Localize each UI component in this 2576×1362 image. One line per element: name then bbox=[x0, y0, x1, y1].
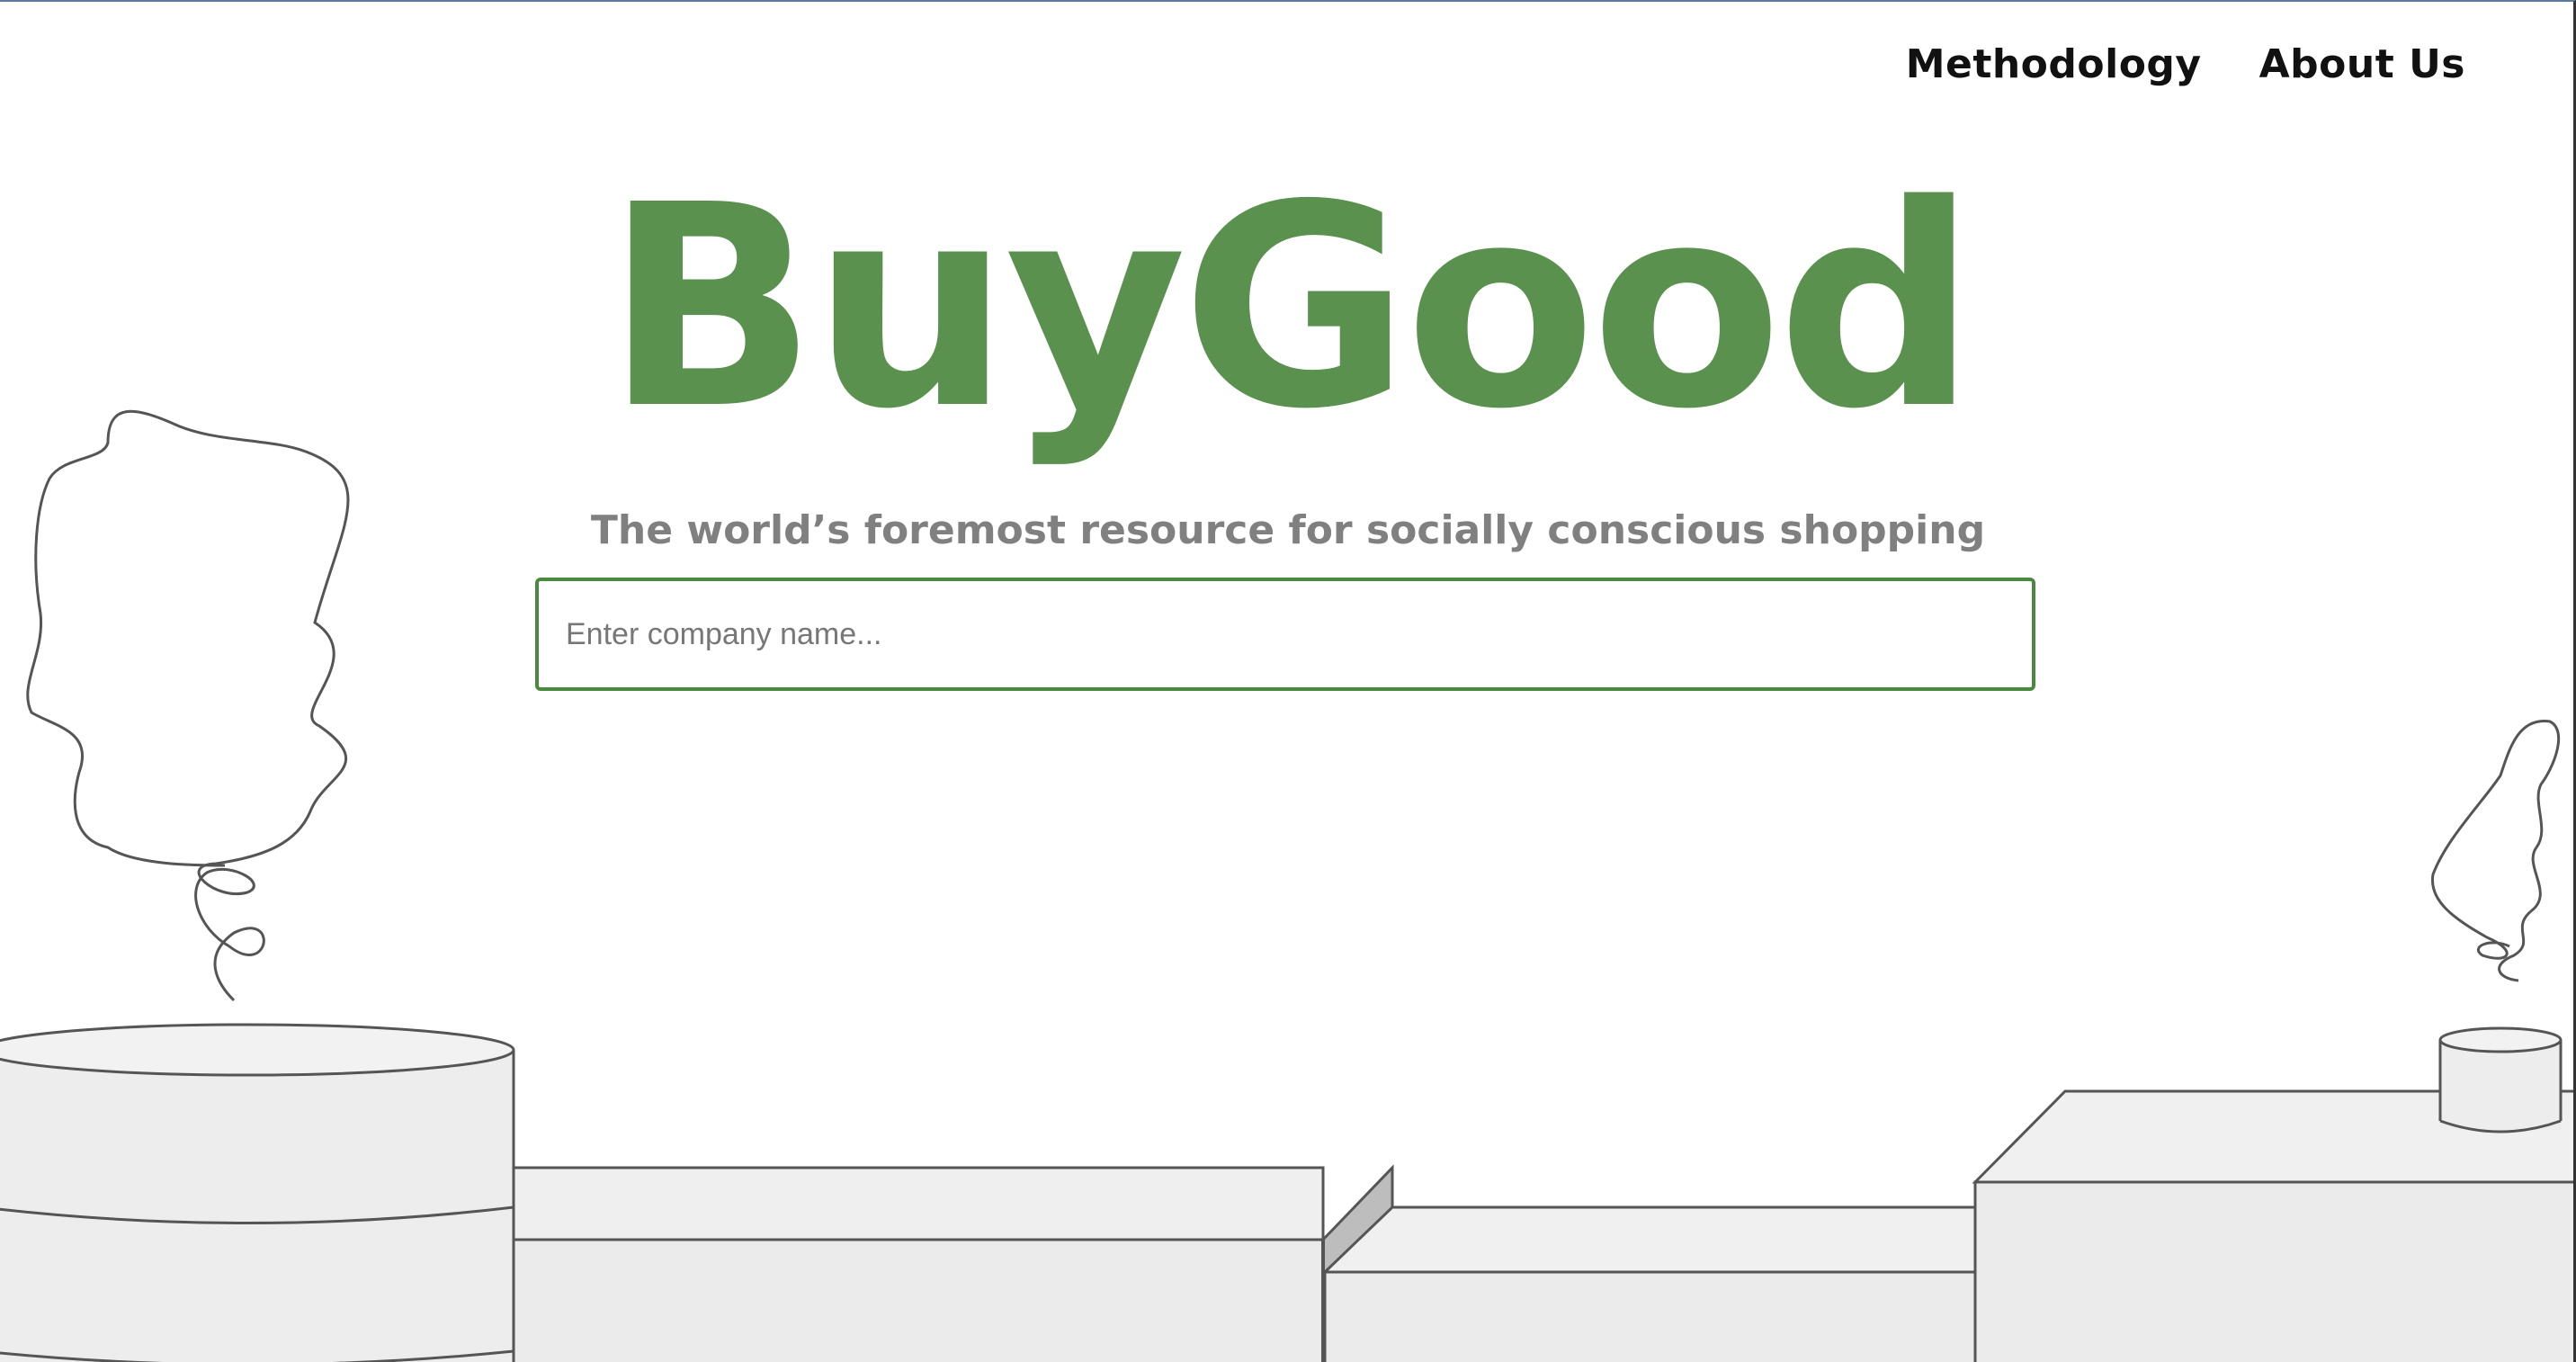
company-search-input[interactable] bbox=[535, 578, 2035, 691]
cylinder-small-right-icon bbox=[2438, 1026, 2563, 1134]
smoke-plume-right-icon bbox=[2430, 720, 2560, 982]
top-nav: Methodology About Us bbox=[1906, 41, 2465, 87]
box-platform-left-icon bbox=[512, 1164, 1394, 1362]
box-platform-right-icon bbox=[1972, 1089, 2573, 1362]
box-platform-center-icon bbox=[1321, 1205, 1977, 1362]
ground-shadow bbox=[981, 1329, 1573, 1362]
nav-link-about-us[interactable]: About Us bbox=[2259, 41, 2465, 87]
nav-link-methodology[interactable]: Methodology bbox=[1906, 41, 2202, 87]
brand-logo: BuyGood bbox=[604, 146, 1976, 470]
smoke-plume-left-icon bbox=[26, 409, 350, 1002]
cylinder-left-icon bbox=[0, 1023, 515, 1362]
tagline: The world’s foremost resource for social… bbox=[590, 507, 1986, 553]
page: Methodology About Us BuyGood The world’s… bbox=[0, 0, 2576, 1362]
